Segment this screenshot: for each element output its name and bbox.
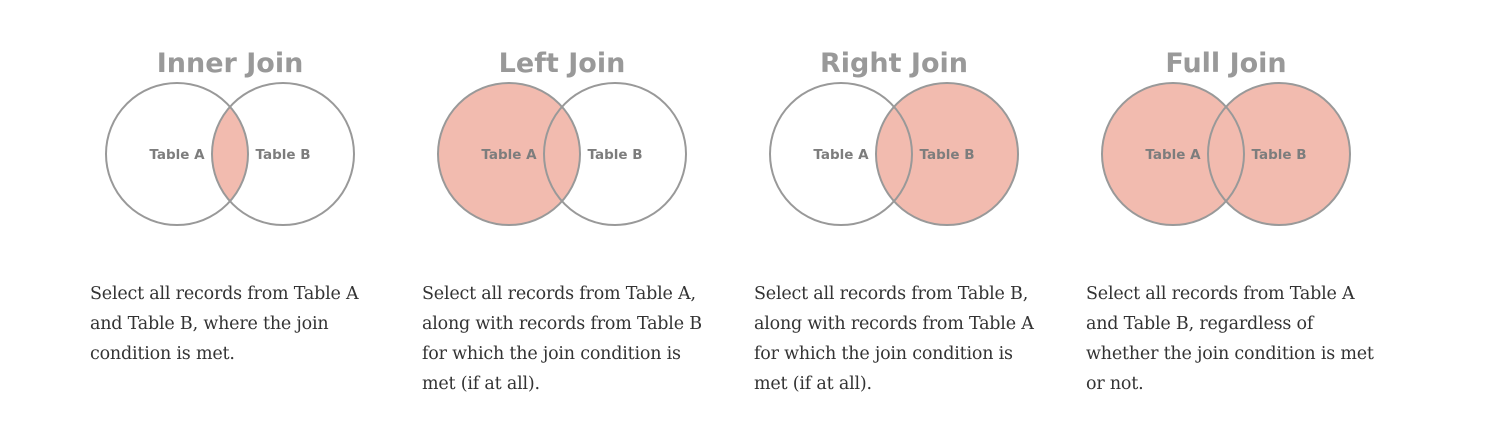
join-title: Left Join bbox=[499, 48, 626, 79]
inner-join-venn-diagram: Inner Join Table A Table B bbox=[105, 48, 355, 226]
left-join-venn-diagram: Left Join Table A Table B bbox=[437, 48, 687, 226]
right-join-panel: Right Join Table A Table B Select all re… bbox=[754, 0, 1054, 438]
table-a-label: Table A bbox=[813, 147, 869, 163]
join-description: Select all records from Table A and Tabl… bbox=[1086, 284, 1374, 394]
join-title: Inner Join bbox=[157, 48, 304, 79]
right-join-venn-diagram: Right Join Table A Table B bbox=[769, 48, 1019, 226]
table-b-label: Table B bbox=[587, 147, 642, 163]
full-join-panel: Full Join Table A Table B Select all rec… bbox=[1086, 0, 1386, 438]
table-b-label: Table B bbox=[1251, 147, 1306, 163]
left-join-panel: Left Join Table A Table B Select all rec… bbox=[422, 0, 722, 438]
join-description: Select all records from Table A and Tabl… bbox=[90, 284, 359, 364]
table-b-label: Table B bbox=[919, 147, 974, 163]
table-a-label: Table A bbox=[481, 147, 537, 163]
join-description: Select all records from Table A, along w… bbox=[422, 284, 702, 394]
join-title: Full Join bbox=[1165, 48, 1286, 79]
inner-join-panel: Inner Join Table A Table B Select all re… bbox=[90, 0, 390, 438]
table-a-label: Table A bbox=[1145, 147, 1201, 163]
join-description: Select all records from Table B, along w… bbox=[754, 284, 1034, 394]
table-b-label: Table B bbox=[255, 147, 310, 163]
join-title: Right Join bbox=[820, 48, 968, 79]
full-join-venn-diagram: Full Join Table A Table B bbox=[1101, 48, 1351, 226]
table-a-label: Table A bbox=[149, 147, 205, 163]
